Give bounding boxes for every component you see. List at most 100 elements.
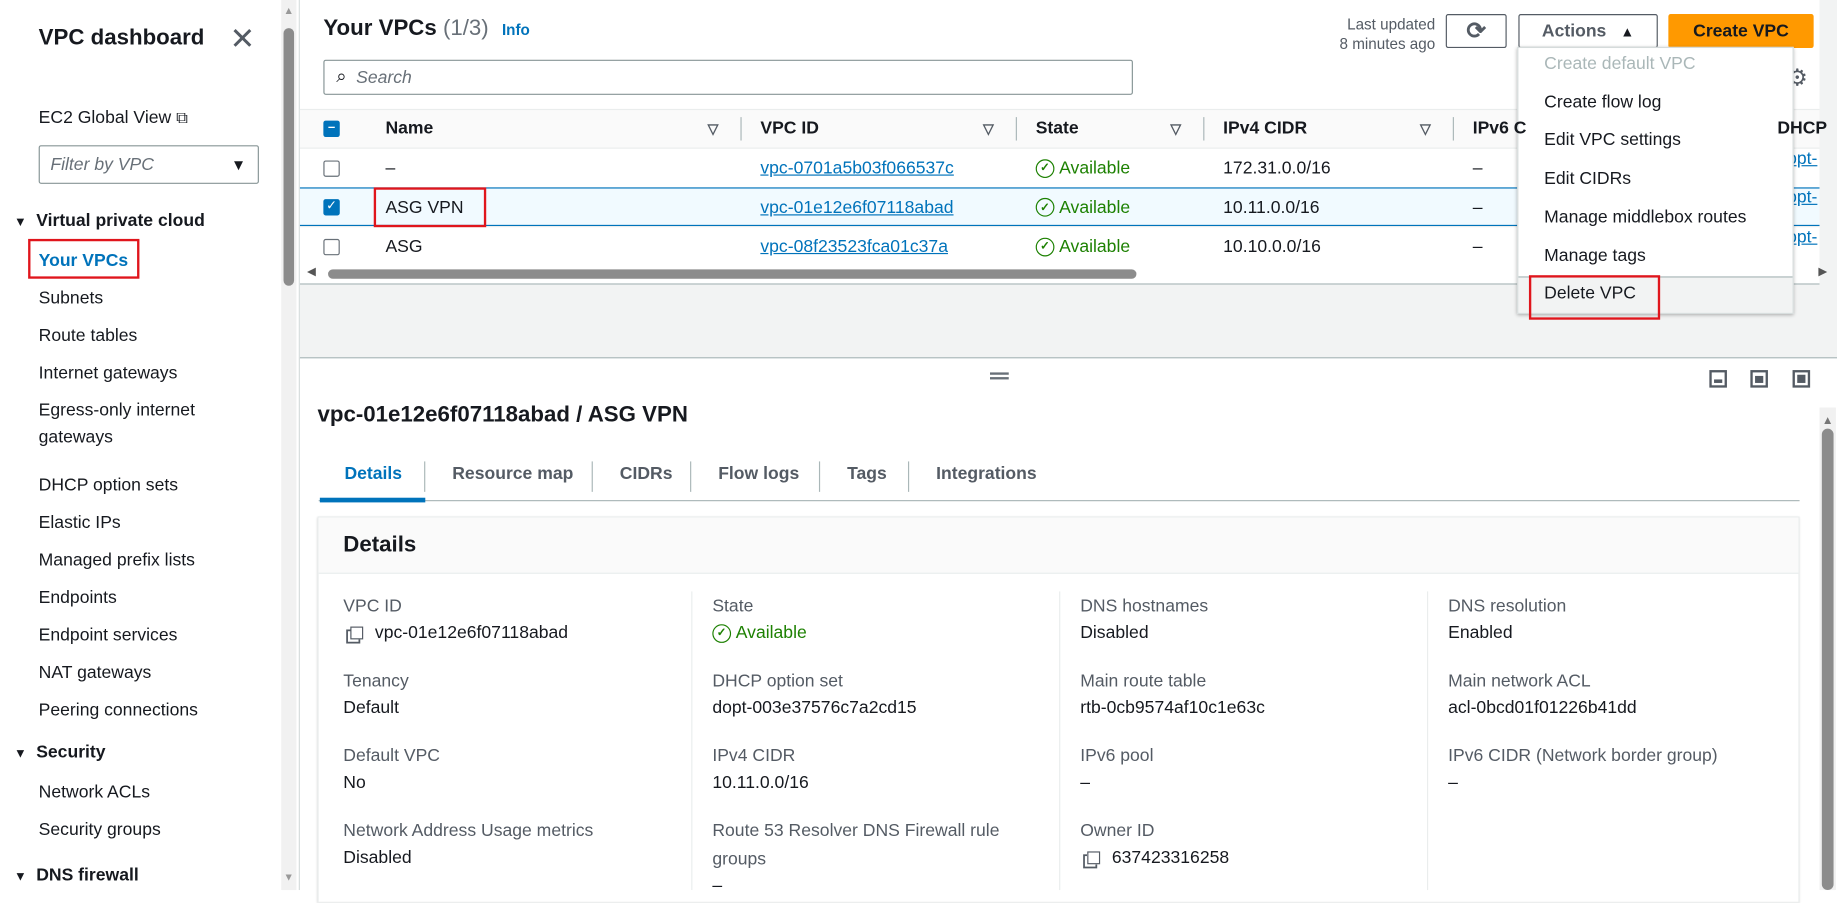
- sidebar-item[interactable]: Endpoint services: [39, 622, 178, 649]
- tab[interactable]: Resource map: [452, 464, 573, 484]
- sidebar-item[interactable]: Managed prefix lists: [39, 547, 195, 574]
- column-header[interactable]: DHCP: [1777, 109, 1827, 148]
- row-checkbox[interactable]: [323, 159, 340, 177]
- detail-value: –: [1448, 772, 1458, 793]
- vpc-id-link[interactable]: vpc-0701a5b03f066537c: [760, 149, 953, 188]
- detail-value: Disabled: [343, 847, 412, 868]
- copy-icon[interactable]: [1087, 851, 1101, 865]
- vpc-name: –: [385, 158, 396, 179]
- tab[interactable]: Integrations: [936, 464, 1037, 484]
- ipv6-cidr: –: [1472, 236, 1483, 257]
- sidebar-item[interactable]: Security groups: [39, 816, 161, 843]
- search-input[interactable]: ⌕ Search: [323, 59, 1133, 95]
- select-all-checkbox[interactable]: –: [323, 120, 340, 137]
- vpc-id-link[interactable]: vpc-08f23523fca01c37a: [760, 227, 948, 266]
- caret-down-icon: ▼: [230, 155, 247, 174]
- detail-value[interactable]: acl-0bcd01f01226b41dd: [1448, 698, 1637, 718]
- page-title: Your VPCs (1/3) Info: [323, 16, 530, 41]
- sidebar-scrollbar[interactable]: ▲ ▼: [281, 0, 297, 891]
- detail-scrollbar[interactable]: ▲: [1819, 407, 1836, 891]
- split-half-icon[interactable]: [1750, 370, 1768, 388]
- sidebar-item[interactable]: Route tables: [39, 322, 138, 349]
- detail-field: 10.11.0.0/16: [712, 769, 808, 797]
- menu-item[interactable]: Edit CIDRs: [1544, 169, 1631, 189]
- sidebar-item[interactable]: gateways: [39, 424, 113, 451]
- check-circle-icon: ✓: [1035, 158, 1055, 178]
- detail-value[interactable]: dopt-003e37576c7a2cd15: [712, 698, 916, 718]
- sidebar-section[interactable]: ▼ Virtual private cloud: [14, 211, 205, 231]
- detail-value: Default: [343, 697, 399, 718]
- column-header[interactable]: IPv6 C: [1473, 109, 1527, 148]
- sidebar-item[interactable]: Your VPCs: [39, 247, 129, 274]
- detail-field: dopt-003e37576c7a2cd15: [712, 694, 916, 722]
- split-drag-handle[interactable]: [990, 372, 1009, 380]
- detail-label: Default VPC: [343, 745, 440, 766]
- menu-item[interactable]: Manage middlebox routes: [1544, 207, 1746, 227]
- detail-field: Default: [343, 694, 399, 722]
- detail-value[interactable]: rtb-0cb9574af10c1e63c: [1080, 698, 1265, 718]
- detail-label: State: [712, 596, 754, 616]
- sidebar-item[interactable]: Endpoints: [39, 584, 117, 611]
- detail-label: IPv6 pool: [1080, 745, 1154, 766]
- highlight-box: [1528, 275, 1661, 320]
- check-circle-icon: ✓: [1035, 237, 1055, 256]
- caret-down-icon: ▼: [14, 215, 27, 230]
- tab[interactable]: Details: [344, 464, 402, 484]
- column-header[interactable]: State: [1036, 109, 1079, 148]
- menu-item[interactable]: Create flow log: [1544, 92, 1661, 112]
- column-header[interactable]: IPv4 CIDR: [1223, 109, 1307, 148]
- info-link[interactable]: Info: [502, 21, 530, 39]
- column-header[interactable]: Name: [385, 109, 433, 148]
- column-header[interactable]: VPC ID: [760, 109, 819, 148]
- sidebar-item[interactable]: Elastic IPs: [39, 509, 121, 536]
- row-checkbox[interactable]: [323, 238, 340, 255]
- filter-by-vpc-select[interactable]: Filter by VPC ▼: [38, 145, 259, 184]
- sidebar-item[interactable]: Network ACLs: [39, 779, 150, 806]
- filter-caret-icon[interactable]: ▽: [1420, 109, 1431, 148]
- detail-label: VPC ID: [343, 596, 402, 616]
- sidebar-item[interactable]: Internet gateways: [39, 360, 178, 387]
- details-heading: Details: [343, 532, 417, 558]
- sidebar-item[interactable]: Subnets: [39, 285, 103, 312]
- ipv6-cidr: –: [1472, 197, 1483, 218]
- sidebar-item[interactable]: NAT gateways: [39, 659, 152, 686]
- tab[interactable]: Flow logs: [718, 464, 799, 484]
- sidebar-section[interactable]: ▼ Security: [14, 742, 105, 762]
- row-checkbox[interactable]: ✓: [323, 199, 340, 216]
- sidebar-item[interactable]: Peering connections: [39, 697, 198, 724]
- close-icon[interactable]: ✕: [230, 21, 256, 56]
- menu-item[interactable]: Edit VPC settings: [1544, 130, 1681, 150]
- tab[interactable]: Tags: [847, 464, 887, 484]
- filter-caret-icon[interactable]: ▽: [1170, 109, 1181, 148]
- detail-field: vpc-01e12e6f07118abad: [350, 620, 568, 648]
- ipv4-cidr: 172.31.0.0/16: [1223, 158, 1331, 179]
- split-bottom-icon[interactable]: [1709, 370, 1727, 388]
- sidebar-section[interactable]: ▼ DNS firewall: [14, 865, 139, 885]
- create-vpc-button[interactable]: Create VPC: [1668, 14, 1814, 49]
- menu-item: Create default VPC: [1544, 53, 1696, 74]
- check-circle-icon: ✓: [1035, 197, 1055, 217]
- sidebar-item-ec2-global-view[interactable]: EC2 Global View ⧉: [39, 104, 188, 131]
- caret-up-icon: ▲: [1620, 22, 1635, 40]
- sidebar-item[interactable]: DHCP option sets: [39, 472, 178, 499]
- refresh-button[interactable]: ⟳: [1445, 14, 1507, 49]
- vpc-id-link[interactable]: vpc-01e12e6f07118abad: [760, 188, 953, 227]
- detail-field: 637423316258: [1087, 844, 1229, 872]
- tab[interactable]: CIDRs: [620, 464, 673, 484]
- ipv6-cidr: –: [1472, 158, 1483, 179]
- sidebar-item[interactable]: Egress-only internet: [39, 397, 195, 424]
- detail-label: Owner ID: [1080, 820, 1155, 841]
- menu-item[interactable]: Manage tags: [1544, 245, 1646, 265]
- detail-value: 637423316258: [1111, 847, 1230, 868]
- detail-field: –: [712, 872, 722, 900]
- filter-caret-icon[interactable]: ▽: [983, 109, 994, 148]
- vpc-name: ASG: [385, 236, 423, 257]
- detail-label: DNS resolution: [1448, 596, 1567, 616]
- split-full-icon[interactable]: [1792, 370, 1811, 388]
- actions-button[interactable]: Actions ▲: [1518, 14, 1658, 49]
- copy-icon[interactable]: [350, 626, 364, 640]
- filter-caret-icon[interactable]: ▽: [708, 109, 719, 148]
- detail-label: DNS hostnames: [1080, 596, 1209, 616]
- detail-field: Enabled: [1448, 620, 1513, 648]
- caret-down-icon: ▼: [14, 870, 27, 885]
